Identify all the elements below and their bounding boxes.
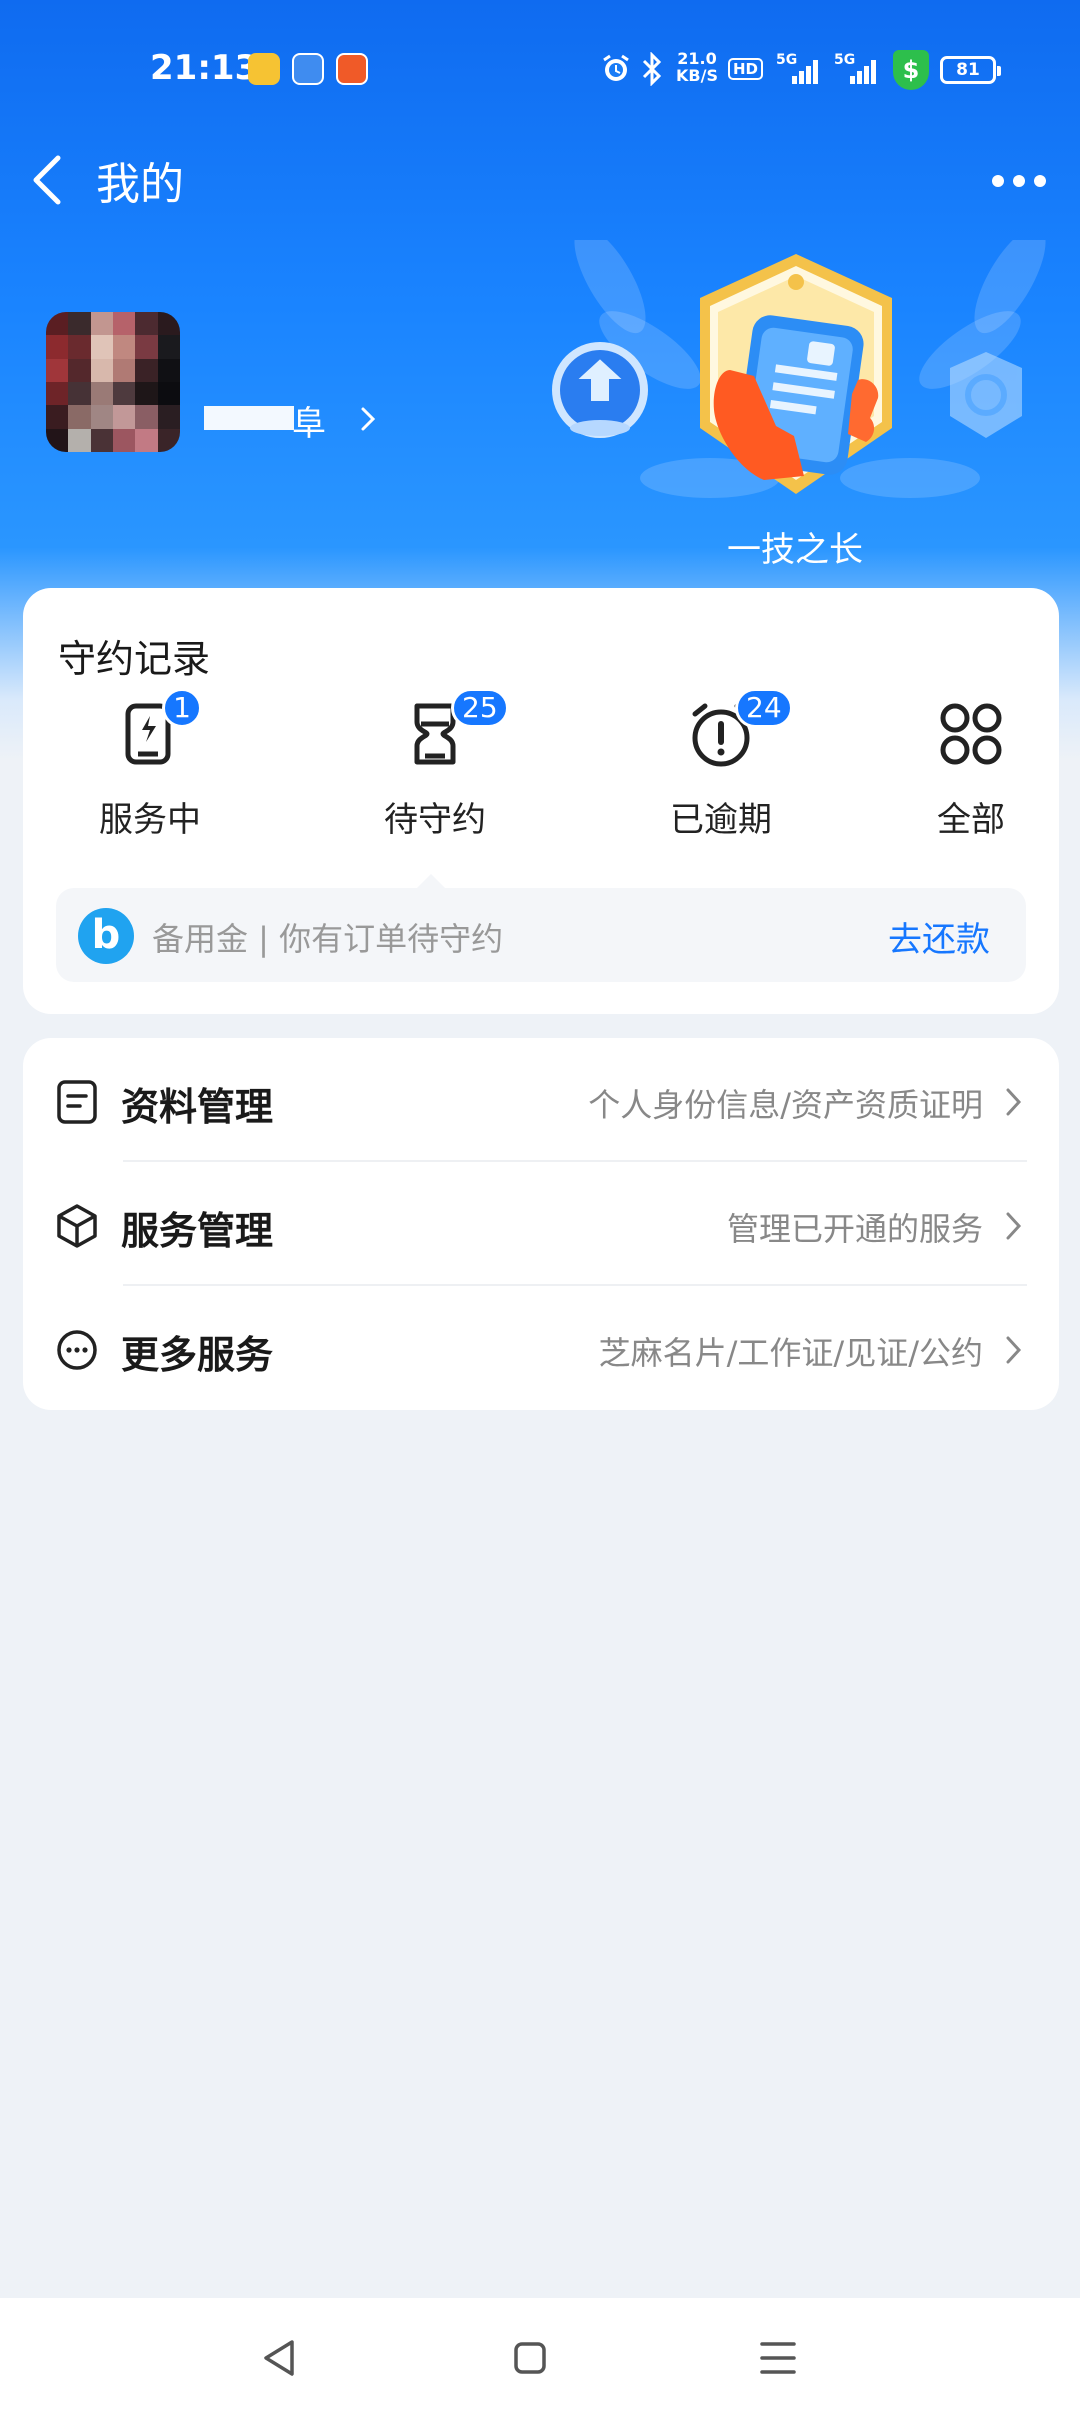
menu-subtitle: 芝麻名片/工作证/见证/公约: [598, 1334, 983, 1372]
home-square-icon[interactable]: [500, 2328, 560, 2388]
notice-text: 备用金 | 你有订单待守约: [152, 920, 504, 958]
menu-subtitle: 管理已开通的服务: [726, 1210, 983, 1248]
username[interactable]: 阜: [292, 396, 326, 445]
record-item-in-service[interactable]: 1 服务中: [60, 688, 240, 840]
record-label: 待守约: [384, 800, 486, 840]
back-triangle-icon[interactable]: [250, 2328, 310, 2388]
record-badge-count: 25: [451, 688, 509, 728]
hd-indicator: HD: [728, 58, 764, 80]
notification-app-icon: [248, 53, 280, 85]
menu-item-more-services[interactable]: 更多服务 芝麻名片/工作证/见证/公约: [23, 1286, 1059, 1410]
system-navigation-bar: [0, 2298, 1080, 2412]
box-icon: [57, 1204, 97, 1248]
menu-subtitle: 个人身份信息/资产资质证明: [588, 1086, 983, 1124]
menu-card: 资料管理 个人身份信息/资产资质证明 服务管理 管理已开通的服务 更多服务 芝麻…: [23, 1038, 1059, 1410]
record-item-overdue[interactable]: 24 已逾期: [631, 688, 811, 840]
repay-button[interactable]: 去还款: [888, 912, 990, 961]
network-speed-unit: KB/S: [676, 66, 718, 85]
record-label: 已逾期: [670, 800, 772, 840]
page-title: 我的: [96, 159, 184, 210]
menu-item-profile-data[interactable]: 资料管理 个人身份信息/资产资质证明: [23, 1038, 1059, 1162]
chevron-right-icon: [1006, 1212, 1022, 1240]
records-card: 守约记录 1 服务中 25 待守约 24 已逾期 全部 b 备用金 | 你有订单…: [23, 588, 1059, 1014]
menu-label: 服务管理: [121, 1209, 274, 1253]
status-time: 21:13: [150, 48, 259, 88]
bluetooth-icon: [642, 52, 662, 86]
record-badge-count: 1: [162, 688, 202, 728]
chevron-right-icon[interactable]: [358, 404, 378, 434]
notification-app-icon: [336, 53, 368, 85]
records-title: 守约记录: [58, 637, 211, 681]
shield-icon: $: [893, 50, 929, 90]
sim2-signal-icon: [848, 60, 878, 84]
menu-item-service-management[interactable]: 服务管理 管理已开通的服务: [23, 1162, 1059, 1286]
sim1-signal-icon: [790, 60, 820, 84]
alarm-icon: [603, 54, 629, 81]
status-bar: 21:13 21.0 KB/S HD 5G 5G $ 81: [0, 0, 1080, 140]
chevron-right-icon: [1006, 1088, 1022, 1116]
record-label: 全部: [937, 800, 1005, 840]
record-badge-count: 24: [735, 688, 793, 728]
notice-bar[interactable]: b 备用金 | 你有订单待守约 去还款: [56, 888, 1026, 982]
chevron-right-icon: [1006, 1336, 1022, 1364]
menu-label: 更多服务: [121, 1333, 274, 1377]
recents-menu-icon[interactable]: [748, 2328, 808, 2388]
badge-small-left-icon: [552, 342, 648, 438]
username-redacted: [204, 406, 294, 430]
back-arrow-icon[interactable]: [28, 152, 68, 208]
more-options-icon[interactable]: [986, 162, 1052, 198]
network-speed-value: 21.0: [677, 49, 717, 68]
record-label: 服务中: [99, 800, 201, 840]
record-item-pending[interactable]: 25 待守约: [345, 688, 525, 840]
menu-label: 资料管理: [121, 1085, 274, 1129]
record-item-all[interactable]: 全部: [901, 698, 1041, 840]
network-speed: 21.0 KB/S: [676, 50, 718, 84]
badge-caption: 一技之长: [727, 530, 863, 570]
grid-icon: [940, 703, 1002, 765]
badge-small-right-icon: [950, 352, 1022, 438]
notification-app-icon: [292, 53, 324, 85]
badge-main-icon: [700, 254, 892, 494]
beiyongjin-logo-icon: b: [78, 908, 134, 964]
battery-icon: 81: [940, 56, 1001, 84]
avatar[interactable]: [46, 312, 180, 452]
document-icon: [57, 1080, 97, 1124]
more-circle-icon: [57, 1330, 97, 1370]
